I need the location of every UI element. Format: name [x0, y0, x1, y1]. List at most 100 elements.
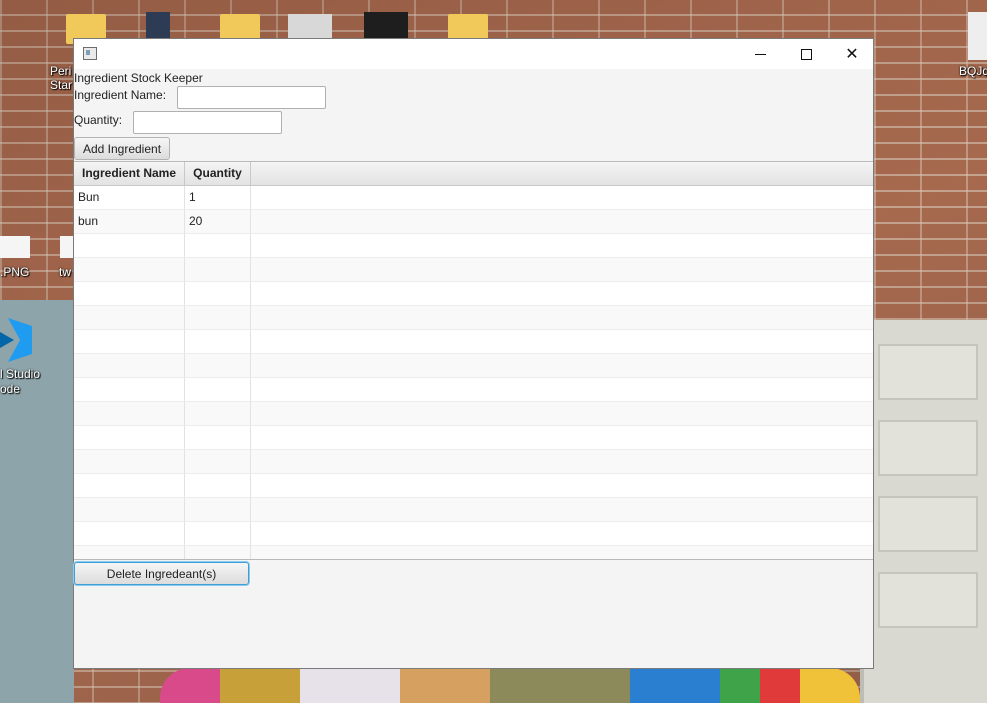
document-icon[interactable]	[968, 12, 987, 60]
empty-cell	[185, 522, 251, 545]
empty-cell	[185, 378, 251, 401]
cell-ingredient-name: Bun	[74, 186, 185, 209]
maximize-button[interactable]	[783, 39, 829, 69]
empty-cell	[251, 402, 873, 425]
empty-cell	[74, 474, 185, 497]
empty-cell	[185, 546, 251, 559]
empty-cell	[185, 450, 251, 473]
garage-panel	[878, 572, 978, 628]
empty-table-row[interactable]	[74, 498, 873, 522]
quantity-label: Quantity:	[74, 113, 123, 127]
cell-filler	[251, 186, 873, 209]
empty-table-row[interactable]	[74, 234, 873, 258]
empty-cell	[74, 354, 185, 377]
empty-cell	[74, 450, 185, 473]
desktop-icon-label: BQJq	[959, 64, 987, 78]
empty-table-row[interactable]	[74, 426, 873, 450]
empty-table-row[interactable]	[74, 402, 873, 426]
empty-cell	[251, 282, 873, 305]
wallpaper-cartoon	[160, 668, 860, 703]
column-header-quantity[interactable]: Quantity	[185, 162, 251, 185]
cell-filler	[251, 210, 873, 233]
table-header: Ingredient Name Quantity	[74, 162, 873, 186]
empty-cell	[185, 354, 251, 377]
vscode-icon[interactable]	[0, 316, 34, 364]
empty-cell	[74, 522, 185, 545]
cell-ingredient-name: bun	[74, 210, 185, 233]
empty-cell	[74, 498, 185, 521]
empty-cell	[185, 474, 251, 497]
empty-cell	[74, 330, 185, 353]
maximize-icon	[800, 48, 812, 60]
empty-cell	[74, 402, 185, 425]
png-file-icon[interactable]	[0, 236, 30, 258]
empty-cell	[251, 306, 873, 329]
text-file-icon[interactable]	[60, 236, 74, 258]
delete-ingredients-button[interactable]: Delete Ingredeant(s)	[74, 562, 249, 585]
empty-cell	[74, 282, 185, 305]
empty-table-row[interactable]	[74, 546, 873, 559]
empty-table-row[interactable]	[74, 450, 873, 474]
empty-cell	[74, 306, 185, 329]
empty-cell	[74, 426, 185, 449]
table-row[interactable]: bun 20	[74, 210, 873, 234]
empty-cell	[185, 498, 251, 521]
empty-cell	[185, 258, 251, 281]
minimize-icon	[754, 53, 766, 55]
ingredient-name-input[interactable]	[177, 86, 326, 109]
empty-table-row[interactable]	[74, 282, 873, 306]
empty-cell	[185, 282, 251, 305]
empty-table-row[interactable]	[74, 330, 873, 354]
close-button[interactable]: ✕	[829, 39, 875, 69]
close-icon: ✕	[845, 46, 859, 63]
empty-cell	[251, 498, 873, 521]
app-icon	[83, 47, 97, 60]
empty-cell	[251, 234, 873, 257]
ingredient-table[interactable]: Ingredient Name Quantity Bun 1 bun 20	[74, 161, 873, 560]
empty-cell	[74, 258, 185, 281]
table-body: Bun 1 bun 20	[74, 186, 873, 559]
desktop-icon-label: l Studio ode	[0, 367, 41, 396]
add-ingredient-button[interactable]: Add Ingredient	[74, 137, 170, 160]
empty-cell	[185, 234, 251, 257]
garage-panel	[878, 496, 978, 552]
empty-cell	[185, 306, 251, 329]
empty-cell	[74, 234, 185, 257]
empty-cell	[251, 378, 873, 401]
title-bar[interactable]: ✕	[74, 39, 873, 69]
column-header-ingredient-name[interactable]: Ingredient Name	[74, 162, 185, 185]
desktop-icon-label: tw	[59, 265, 71, 279]
empty-table-row[interactable]	[74, 306, 873, 330]
empty-table-row[interactable]	[74, 354, 873, 378]
garage-panel	[878, 344, 978, 400]
minimize-button[interactable]	[737, 39, 783, 69]
app-heading: Ingredient Stock Keeper	[74, 71, 203, 85]
cell-quantity: 20	[185, 210, 251, 233]
empty-cell	[74, 546, 185, 559]
empty-cell	[251, 354, 873, 377]
empty-cell	[251, 330, 873, 353]
empty-cell	[251, 546, 873, 559]
wallpaper-garage-door	[860, 320, 987, 703]
empty-cell	[251, 258, 873, 281]
garage-panel	[878, 420, 978, 476]
empty-cell	[251, 450, 873, 473]
cell-quantity: 1	[185, 186, 251, 209]
empty-cell	[251, 474, 873, 497]
empty-cell	[185, 426, 251, 449]
empty-cell	[185, 402, 251, 425]
empty-table-row[interactable]	[74, 378, 873, 402]
table-row[interactable]: Bun 1	[74, 186, 873, 210]
desktop-icon-label: Peri Star	[50, 64, 73, 92]
desktop: Peri Star BQJq .PNG tw l Studio ode ✕ Ingr…	[0, 0, 987, 703]
empty-cell	[251, 426, 873, 449]
app-window: ✕ Ingredient Stock Keeper Ingredient Nam…	[73, 38, 874, 669]
empty-table-row[interactable]	[74, 474, 873, 498]
desktop-icon-label: .PNG	[0, 265, 30, 279]
empty-table-row[interactable]	[74, 258, 873, 282]
quantity-input[interactable]	[133, 111, 282, 134]
ingredient-name-label: Ingredient Name:	[74, 88, 167, 102]
empty-table-row[interactable]	[74, 522, 873, 546]
empty-cell	[74, 378, 185, 401]
empty-cell	[185, 330, 251, 353]
